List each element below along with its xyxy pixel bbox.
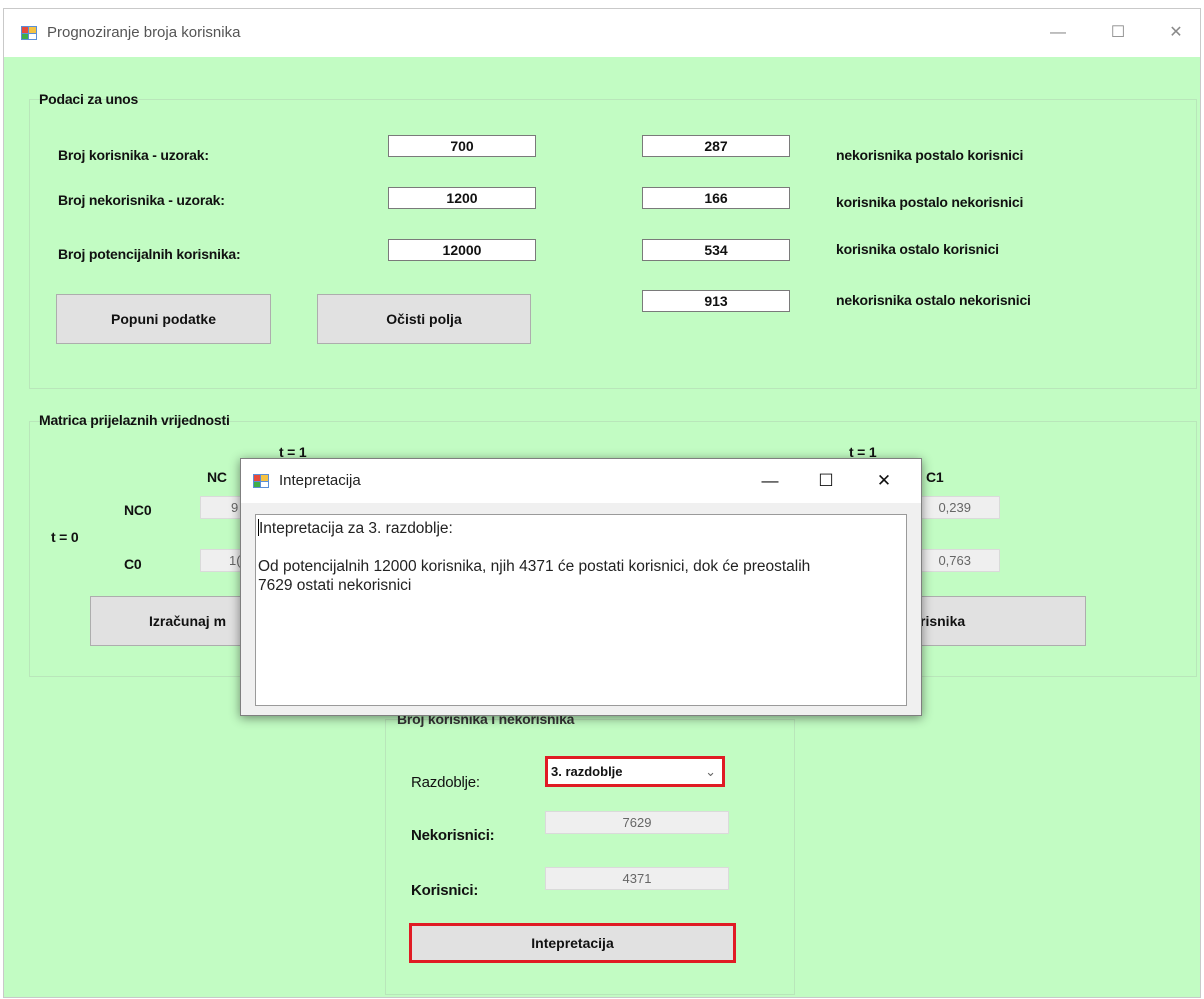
app-icon	[253, 474, 269, 488]
users-sample-input[interactable]: 700	[388, 135, 536, 157]
interpretation-line-3: 7629 ostati nekorisnici	[258, 577, 412, 594]
transition-label-4: nekorisnika ostalo nekorisnici	[836, 292, 1031, 308]
c0-row-label: C0	[124, 556, 142, 572]
transition-input-2[interactable]: 166	[642, 187, 790, 209]
transition-input-4[interactable]: 913	[642, 290, 790, 312]
nc0-row-label: NC0	[124, 502, 152, 518]
matrix-group-title: Matrica prijelaznih vrijednosti	[39, 412, 230, 428]
users-sample-label: Broj korisnika - uzorak:	[58, 147, 209, 163]
nonusers-sample-label: Broj nekorisnika - uzorak:	[58, 192, 225, 208]
dialog-minimize-button[interactable]: —	[755, 468, 785, 494]
minimize-button[interactable]: —	[1044, 21, 1072, 45]
transition-label-1: nekorisnika postalo korisnici	[836, 147, 1024, 163]
maximize-button[interactable]: ☐	[1104, 21, 1132, 45]
period-label: Razdoblje:	[411, 774, 480, 791]
dialog-title-bar[interactable]: Intepretacija — ☐ ✕	[241, 459, 921, 503]
clear-fields-button[interactable]: Očisti polja	[317, 294, 531, 344]
interpretation-line-1: Intepretacija za 3. razdoblje:	[259, 520, 453, 537]
interpretation-line-2: Od potencijalnih 12000 korisnika, njih 4…	[258, 558, 811, 575]
fill-data-button[interactable]: Popuni podatke	[56, 294, 271, 344]
period-select-value: 3. razdoblje	[551, 764, 623, 779]
app-icon	[21, 26, 37, 40]
interpretation-button[interactable]: Intepretacija	[409, 923, 736, 963]
input-group-title: Podaci za unos	[39, 91, 139, 107]
nc1-column-label: NC	[207, 469, 227, 485]
users-result-label: Korisnici:	[411, 882, 479, 899]
potential-users-input[interactable]: 12000	[388, 239, 536, 261]
title-bar[interactable]: Prognoziranje broja korisnika — ☐ ✕	[4, 9, 1200, 57]
dialog-close-button[interactable]: ✕	[869, 468, 899, 494]
transition-label-2: korisnika postalo nekorisnici	[836, 194, 1024, 210]
period-select[interactable]: 3. razdoblje ⌄	[545, 756, 725, 787]
nonusers-sample-input[interactable]: 1200	[388, 187, 536, 209]
interpretation-textbox[interactable]: Intepretacija za 3. razdoblje: Od potenc…	[255, 514, 907, 706]
dialog-title: Intepretacija	[279, 472, 361, 489]
potential-users-label: Broj potencijalnih korisnika:	[58, 246, 241, 262]
t0-label: t = 0	[51, 529, 79, 545]
window-title: Prognoziranje broja korisnika	[47, 24, 241, 41]
transition-label-3: korisnika ostalo korisnici	[836, 241, 999, 257]
chevron-down-icon: ⌄	[705, 764, 716, 779]
transition-input-1[interactable]: 287	[642, 135, 790, 157]
users-result-value: 4371	[545, 867, 729, 890]
c1-column-label: C1	[926, 469, 944, 485]
close-button[interactable]: ✕	[1162, 21, 1190, 45]
nonusers-result-value: 7629	[545, 811, 729, 834]
dialog-maximize-button[interactable]: ☐	[811, 468, 841, 494]
transition-input-3[interactable]: 534	[642, 239, 790, 261]
nonusers-result-label: Nekorisnici:	[411, 827, 495, 844]
interpretation-dialog: Intepretacija — ☐ ✕ Intepretacija za 3. …	[240, 458, 922, 716]
input-group	[29, 99, 1197, 389]
